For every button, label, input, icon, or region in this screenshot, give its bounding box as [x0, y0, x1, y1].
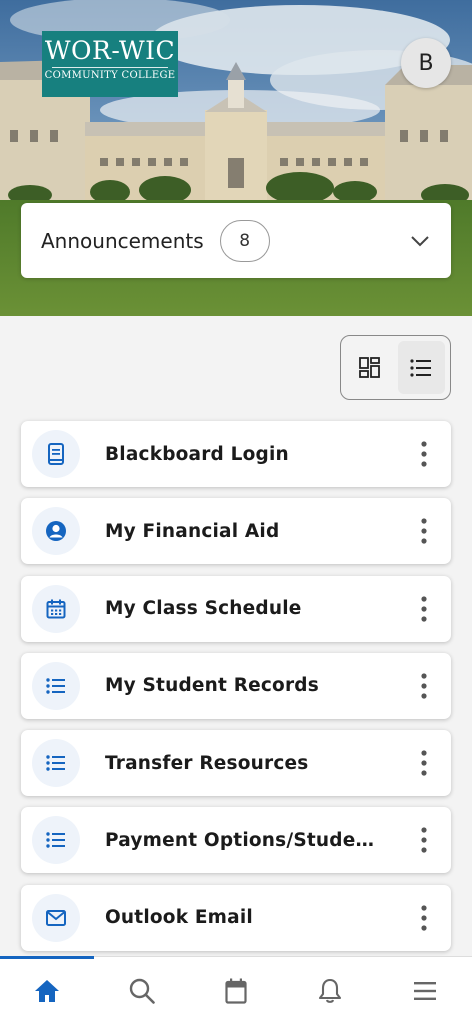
announcements-panel[interactable]: Announcements 8 [21, 203, 451, 278]
hamburger-menu-icon [413, 981, 436, 1000]
nav-menu[interactable] [378, 957, 472, 1024]
list-view-button[interactable] [397, 341, 445, 394]
grid-view-icon [358, 356, 380, 378]
chevron-down-icon[interactable] [409, 230, 431, 252]
home-icon [35, 979, 60, 1002]
list-item-label: My Financial Aid [105, 520, 280, 542]
more-options-icon[interactable] [409, 589, 439, 629]
list-item-label: Outlook Email [105, 907, 253, 929]
more-options-icon[interactable] [409, 743, 439, 783]
logo-title: WOR-WIC [44, 36, 176, 65]
more-options-icon[interactable] [409, 434, 439, 474]
announcements-count-badge: 8 [219, 219, 270, 262]
more-options-icon[interactable] [409, 666, 439, 706]
logo-subtitle: COMMUNITY COLLEGE [44, 70, 176, 81]
nav-home[interactable] [0, 957, 94, 1024]
book-icon [32, 430, 80, 478]
list-item-label: Transfer Resources [105, 752, 309, 774]
view-toggle [340, 335, 451, 400]
announcements-title: Announcements [41, 228, 204, 253]
user-circle-icon [32, 507, 80, 556]
college-logo: WOR-WIC COMMUNITY COLLEGE [42, 31, 178, 97]
list-icon [32, 661, 80, 710]
list-item-label: Blackboard Login [105, 443, 289, 465]
list-view-icon [410, 358, 432, 377]
list-item-outlook-email[interactable]: Outlook Email [21, 884, 451, 951]
list-item-blackboard-login[interactable]: Blackboard Login [21, 421, 451, 487]
list-item-label: My Class Schedule [105, 598, 302, 620]
list-item-my-class-schedule[interactable]: My Class Schedule [21, 575, 451, 642]
list-item-label: Payment Options/Student F... [105, 829, 375, 851]
list-item-label: My Student Records [105, 675, 319, 697]
mail-icon [32, 893, 80, 942]
active-tab-indicator [0, 956, 94, 959]
calendar-icon [225, 978, 247, 1004]
list-item-my-student-records[interactable]: My Student Records [21, 652, 451, 719]
calendar-icon [32, 584, 80, 633]
logo-divider [52, 67, 168, 68]
more-options-icon[interactable] [409, 898, 439, 938]
more-options-icon[interactable] [409, 820, 439, 860]
bottom-navigation [0, 956, 472, 1024]
user-avatar[interactable]: B [401, 38, 451, 88]
nav-notifications[interactable] [283, 957, 377, 1024]
grid-view-button[interactable] [346, 341, 394, 394]
more-options-icon[interactable] [409, 511, 439, 551]
search-icon [129, 978, 155, 1004]
list-item-payment-options[interactable]: Payment Options/Student F... [21, 807, 451, 874]
nav-calendar[interactable] [189, 957, 283, 1024]
quick-links-list: Blackboard Login My Financial Aid My Cla… [21, 421, 451, 962]
nav-search[interactable] [94, 957, 188, 1024]
list-icon [32, 816, 80, 865]
list-item-my-financial-aid[interactable]: My Financial Aid [21, 498, 451, 565]
list-item-transfer-resources[interactable]: Transfer Resources [21, 730, 451, 797]
bell-icon [319, 978, 342, 1003]
list-icon [32, 739, 80, 788]
